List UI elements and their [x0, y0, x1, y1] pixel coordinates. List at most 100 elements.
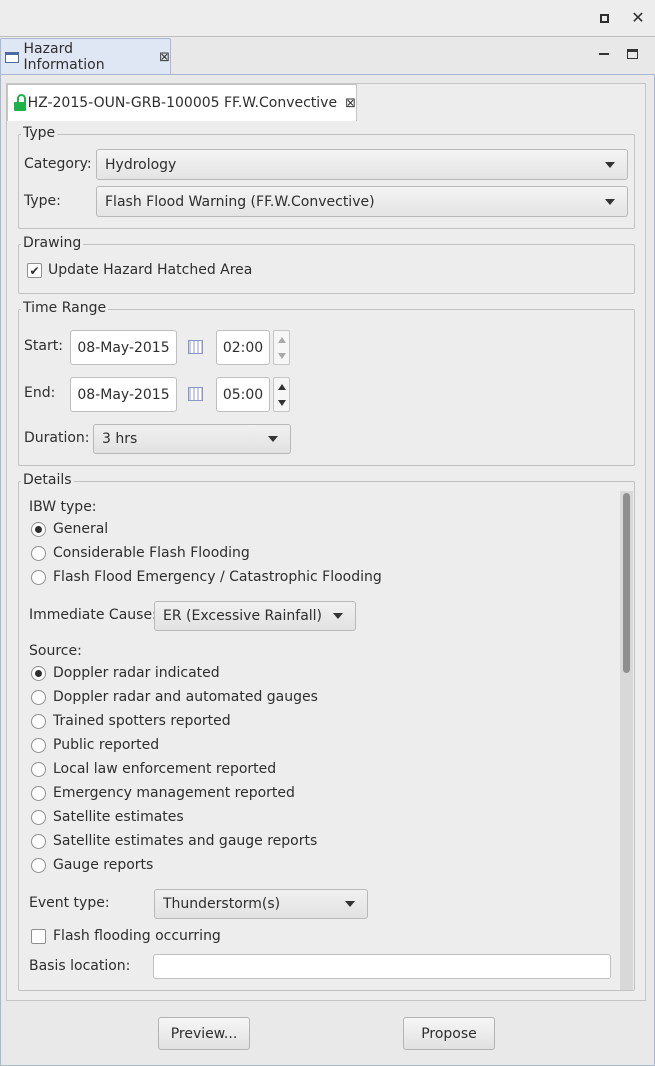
close-view-tab-icon[interactable]: ⊠ — [159, 50, 170, 65]
source-option-label: Gauge reports — [53, 857, 154, 873]
immediate-cause-combo[interactable]: ER (Excessive Rainfall) — [154, 601, 356, 631]
details-scroll-area[interactable]: IBW type: General Considerable Flash Flo… — [22, 490, 634, 990]
ibw-radio-considerable[interactable] — [31, 546, 46, 561]
calendar-icon[interactable] — [188, 387, 203, 401]
radio-selected-dot — [35, 670, 42, 677]
start-date-field[interactable]: 08-May-2015 — [70, 330, 177, 365]
maximize-icon — [599, 13, 609, 23]
source-option-label: Doppler radar indicated — [53, 665, 220, 681]
source-radio[interactable] — [31, 858, 46, 873]
time-range-group-label: Time Range — [21, 300, 109, 316]
preview-button-label: Preview... — [170, 1025, 238, 1042]
chevron-down-icon — [333, 613, 343, 619]
duration-label: Duration: — [24, 430, 90, 446]
end-time-field[interactable]: 05:00 — [216, 377, 270, 412]
end-time-value: 05:00 — [222, 386, 264, 403]
window-close-button[interactable]: ✕ — [628, 8, 648, 28]
update-hatched-checkbox[interactable]: ✔ — [27, 263, 42, 278]
spin-up-icon[interactable] — [278, 337, 286, 343]
source-radio[interactable] — [31, 714, 46, 729]
spin-down-icon[interactable] — [278, 400, 286, 406]
details-scrollbar-thumb[interactable] — [623, 493, 630, 673]
drawing-group-label: Drawing — [21, 235, 84, 251]
minimize-icon — [599, 53, 609, 55]
type-group-label: Type — [21, 125, 58, 141]
details-group-label: Details — [21, 472, 74, 488]
duration-value: 3 hrs — [102, 431, 138, 447]
source-option-label: Local law enforcement reported — [53, 761, 277, 777]
window-maximize-button[interactable] — [594, 8, 614, 28]
start-time-spinner[interactable] — [273, 330, 290, 365]
propose-button-label: Propose — [421, 1025, 477, 1042]
start-label: Start: — [24, 338, 63, 354]
type-label: Type: — [24, 193, 61, 209]
propose-button[interactable]: Propose — [403, 1017, 495, 1050]
source-label: Source: — [29, 643, 82, 659]
unlocked-lock-icon — [14, 94, 26, 112]
type-value: Flash Flood Warning (FF.W.Convective) — [105, 193, 375, 210]
source-option-label: Emergency management reported — [53, 785, 295, 801]
category-combo[interactable]: Hydrology — [96, 149, 628, 180]
end-label: End: — [24, 385, 56, 401]
view-tab-hazard-information[interactable]: Hazard Information ⊠ — [0, 38, 171, 75]
source-radio[interactable] — [31, 762, 46, 777]
source-radio[interactable] — [31, 738, 46, 753]
ibw-radio-emergency[interactable] — [31, 570, 46, 585]
ibw-option-label: Flash Flood Emergency / Catastrophic Flo… — [53, 569, 382, 585]
type-combo[interactable]: Flash Flood Warning (FF.W.Convective) — [96, 186, 628, 217]
category-label: Category: — [24, 156, 92, 172]
spin-up-icon[interactable] — [278, 384, 286, 390]
ibw-option-label: General — [53, 521, 109, 537]
flash-flooding-label: Flash flooding occurring — [53, 928, 221, 944]
source-radio[interactable] — [31, 810, 46, 825]
category-value: Hydrology — [105, 156, 177, 173]
source-option-label: Public reported — [53, 737, 160, 753]
source-radio[interactable] — [31, 690, 46, 705]
source-radio[interactable] — [31, 666, 46, 681]
source-option-label: Satellite estimates and gauge reports — [53, 833, 318, 849]
end-date-value: 08-May-2015 — [77, 386, 170, 403]
event-type-value: Thunderstorm(s) — [163, 896, 281, 912]
end-date-field[interactable]: 08-May-2015 — [70, 377, 177, 412]
source-option-label: Trained spotters reported — [53, 713, 231, 729]
start-time-value: 02:00 — [222, 339, 264, 356]
window-titlebar — [0, 0, 655, 37]
view-tab-bar: Hazard Information ⊠ — [0, 38, 655, 75]
source-option-label: Doppler radar and automated gauges — [53, 689, 318, 705]
view-tab-label: Hazard Information — [23, 41, 105, 73]
editor-tab-label: HZ-2015-OUN-GRB-100005 FF.W.Convective — [27, 95, 338, 111]
start-time-field[interactable]: 02:00 — [216, 330, 270, 365]
view-minimize-button[interactable] — [594, 44, 614, 64]
checkmark-icon: ✔ — [29, 263, 40, 278]
immediate-cause-label: Immediate Cause: — [29, 607, 157, 623]
source-option-label: Satellite estimates — [53, 809, 184, 825]
ibw-radio-general[interactable] — [31, 522, 46, 537]
view-window-icon — [5, 51, 19, 63]
calendar-icon[interactable] — [188, 340, 203, 354]
end-time-spinner[interactable] — [273, 377, 290, 412]
view-maximize-button[interactable] — [622, 44, 642, 64]
update-hatched-label: Update Hazard Hatched Area — [48, 262, 253, 278]
basis-location-field[interactable] — [153, 954, 611, 979]
start-date-value: 08-May-2015 — [77, 339, 170, 356]
chevron-down-icon — [605, 198, 615, 205]
ibw-option-label: Considerable Flash Flooding — [53, 545, 250, 561]
event-type-combo[interactable]: Thunderstorm(s) — [154, 889, 368, 919]
duration-combo[interactable]: 3 hrs — [93, 424, 291, 454]
chevron-down-icon — [605, 161, 615, 168]
close-icon: ✕ — [631, 8, 645, 27]
maximize-view-icon — [626, 49, 638, 59]
flash-flooding-checkbox[interactable] — [31, 929, 46, 944]
basis-location-label: Basis location: — [29, 958, 131, 974]
close-editor-tab-icon[interactable]: ⊠ — [345, 96, 356, 111]
ibw-type-label: IBW type: — [29, 499, 97, 515]
chevron-down-icon — [345, 901, 355, 907]
editor-tab-hazard[interactable]: HZ-2015-OUN-GRB-100005 FF.W.Convective ⊠ — [7, 84, 357, 121]
preview-button[interactable]: Preview... — [158, 1017, 250, 1050]
radio-selected-dot — [35, 526, 42, 533]
spin-down-icon[interactable] — [278, 353, 286, 359]
event-type-label: Event type: — [29, 895, 110, 911]
immediate-cause-value: ER (Excessive Rainfall) — [163, 608, 323, 624]
source-radio[interactable] — [31, 786, 46, 801]
source-radio[interactable] — [31, 834, 46, 849]
